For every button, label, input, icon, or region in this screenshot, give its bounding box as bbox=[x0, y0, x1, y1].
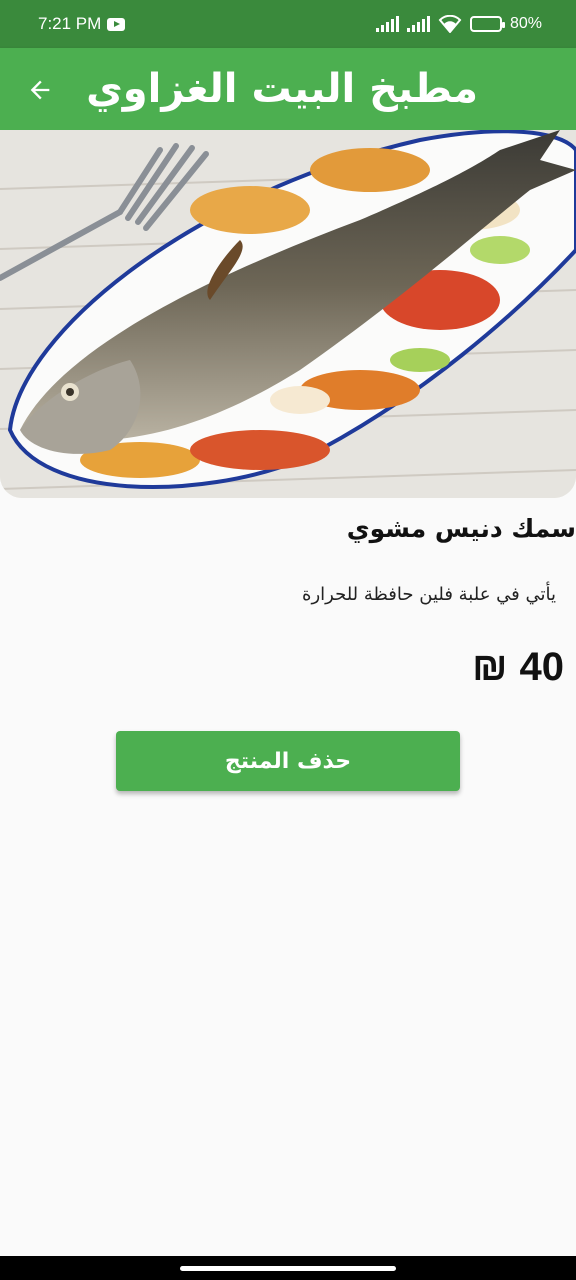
back-button[interactable] bbox=[22, 72, 58, 108]
grilled-fish-image bbox=[0, 130, 576, 498]
signal-icon bbox=[406, 16, 430, 32]
wifi-icon bbox=[438, 15, 462, 33]
battery-icon bbox=[469, 16, 505, 32]
home-handle[interactable] bbox=[180, 1265, 396, 1271]
status-left: 7:21 PM bbox=[38, 14, 126, 34]
currency-symbol: ₪ bbox=[472, 644, 508, 689]
product-price: ₪ 40 bbox=[472, 642, 564, 692]
app-title: مطبخ البيت الغزاوي bbox=[86, 66, 478, 112]
status-time: 7:21 PM bbox=[38, 14, 102, 33]
delete-product-button[interactable]: حذف المنتج bbox=[116, 731, 460, 791]
product-description: يأتي في علبة فلين حافظة للحرارة bbox=[302, 584, 556, 605]
youtube-icon bbox=[107, 17, 126, 31]
status-right: 80% bbox=[375, 15, 542, 33]
product-name: سمك دنيس مشوي bbox=[346, 514, 576, 543]
price-value: 40 bbox=[519, 644, 565, 689]
navigation-bar bbox=[0, 1256, 576, 1280]
signal-icon bbox=[375, 16, 399, 32]
status-bar: 7:21 PM 80% bbox=[0, 0, 576, 48]
battery-text: 80% bbox=[509, 15, 542, 32]
app-bar: مطبخ البيت الغزاوي bbox=[0, 48, 576, 130]
arrow-back-icon bbox=[30, 80, 50, 100]
fish-illustration bbox=[0, 130, 576, 498]
